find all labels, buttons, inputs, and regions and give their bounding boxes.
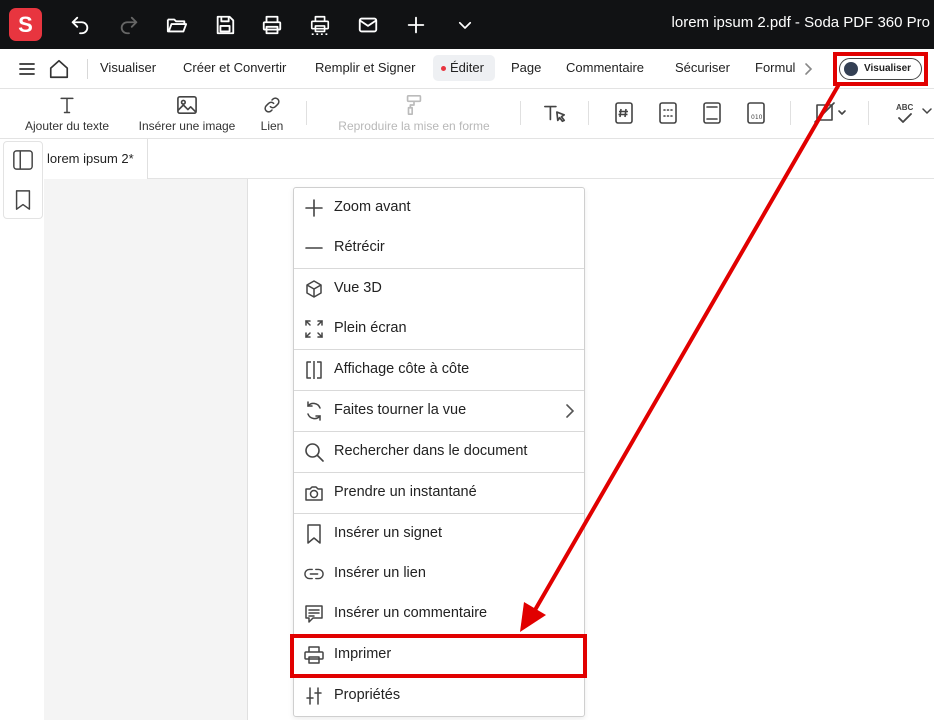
link-label: Lien — [260, 119, 284, 133]
side-by-side-icon — [304, 360, 324, 380]
menu-item-zoom-out[interactable]: Rétrécir — [294, 228, 584, 268]
document-tab-label: lorem ipsum 2* — [47, 151, 134, 166]
menu-editer-label: Éditer — [450, 60, 484, 75]
bookmark-icon — [304, 524, 324, 544]
toolbar-separator — [306, 101, 307, 125]
menu-bar: Visualiser Créer et Convertir Remplir et… — [0, 49, 934, 89]
format-painter-label: Reproduire la mise en forme — [338, 119, 490, 133]
menu-item-rotate-view[interactable]: Faites tourner la vue — [294, 391, 584, 431]
menu-item-3d-view[interactable]: Vue 3D — [294, 269, 584, 309]
menu-securiser[interactable]: Sécuriser — [675, 60, 730, 75]
menu-item-label: Vue 3D — [334, 280, 382, 296]
menu-remplir-signer[interactable]: Remplir et Signer — [315, 60, 415, 75]
text-icon — [20, 93, 114, 117]
menu-item-label: Faites tourner la vue — [334, 402, 467, 418]
menu-item-label: Propriétés — [334, 687, 401, 703]
menu-item-insert-link[interactable]: Insérer un lien — [294, 554, 584, 594]
active-dot — [441, 66, 446, 71]
minus-icon — [304, 238, 324, 258]
menu-item-zoom-in[interactable]: Zoom avant — [294, 188, 584, 228]
submenu-chevron-icon — [566, 404, 574, 418]
menu-editer[interactable]: Éditer — [433, 55, 495, 81]
menu-scroll-right-icon[interactable] — [803, 62, 813, 76]
panel-toggle-icon[interactable] — [9, 146, 37, 174]
window-title: lorem ipsum 2.pdf - Soda PDF 360 Pro — [671, 14, 930, 31]
menu-item-label: Plein écran — [334, 320, 407, 336]
search-icon — [304, 442, 324, 462]
spellcheck-label: ABC — [896, 103, 914, 112]
menu-item-label: Rétrécir — [334, 239, 385, 255]
menu-item-insert-comment[interactable]: Insérer un commentaire — [294, 594, 584, 634]
title-bar: S lorem ipsum 2.pdf - Soda PDF 360 Pro — [0, 0, 934, 49]
menu-item-label: Insérer un lien — [334, 565, 426, 581]
link-icon — [304, 564, 324, 584]
menu-item-properties[interactable]: Propriétés — [294, 676, 584, 716]
menu-item-label: Prendre un instantané — [334, 484, 477, 500]
menu-item-fullscreen[interactable]: Plein écran — [294, 309, 584, 349]
svg-text:010: 010 — [751, 114, 763, 121]
save-icon[interactable] — [212, 12, 238, 38]
rotate-icon — [304, 401, 324, 421]
menu-formulaire[interactable]: Formul — [755, 60, 795, 75]
comment-icon — [304, 604, 324, 624]
text-select-icon[interactable] — [542, 100, 568, 126]
menu-item-label: Zoom avant — [334, 199, 411, 215]
format-painter-icon — [328, 93, 500, 117]
image-icon — [132, 93, 242, 117]
link-icon — [256, 93, 288, 117]
open-folder-icon[interactable] — [164, 12, 190, 38]
menu-visualiser[interactable]: Visualiser — [100, 60, 156, 75]
spellcheck-icon[interactable]: ABC — [893, 101, 933, 127]
hamburger-menu-icon[interactable] — [18, 61, 36, 77]
fullscreen-icon — [304, 319, 324, 339]
highlight-box-print — [290, 634, 587, 678]
barcode-icon[interactable]: 010 — [743, 100, 769, 126]
app-logo[interactable]: S — [9, 8, 42, 41]
menu-item-insert-bookmark[interactable]: Insérer un signet — [294, 514, 584, 554]
menu-item-label: Affichage côte à côte — [334, 361, 470, 377]
toolbar-separator — [588, 101, 589, 125]
add-text-label: Ajouter du texte — [24, 119, 110, 133]
bookmarks-icon[interactable] — [9, 186, 37, 214]
header-footer-icon[interactable] — [655, 100, 681, 126]
toolbar-separator — [520, 101, 521, 125]
add-icon[interactable] — [403, 12, 429, 38]
menu-item-label: Rechercher dans le document — [334, 443, 528, 459]
redo-icon[interactable] — [116, 12, 142, 38]
menu-item-side-by-side[interactable]: Affichage côte à côte — [294, 350, 584, 390]
rail-button-group — [3, 141, 43, 219]
left-rail — [0, 139, 44, 720]
camera-icon — [304, 483, 324, 503]
plus-icon — [304, 198, 324, 218]
cube-icon — [304, 279, 324, 299]
link-tool[interactable]: Lien — [256, 93, 288, 133]
menu-item-label: Insérer un commentaire — [334, 605, 488, 621]
menu-page[interactable]: Page — [511, 60, 541, 75]
menu-item-label: Insérer un signet — [334, 525, 443, 541]
highlight-box-visualiser — [833, 52, 928, 86]
shape-icon[interactable] — [812, 100, 848, 126]
print-icon[interactable] — [259, 12, 285, 38]
edit-toolbar: Ajouter du texte Insérer une image Lien … — [0, 89, 934, 139]
toolbar-separator — [790, 101, 791, 125]
chevron-down-icon[interactable] — [452, 12, 478, 38]
menu-creer-convertir[interactable]: Créer et Convertir — [183, 60, 286, 75]
home-icon[interactable] — [48, 58, 70, 80]
format-painter-tool[interactable]: Reproduire la mise en forme — [328, 93, 500, 133]
add-text-tool[interactable]: Ajouter du texte — [20, 93, 114, 133]
undo-icon[interactable] — [67, 12, 93, 38]
menu-item-search[interactable]: Rechercher dans le document — [294, 432, 584, 472]
document-tab[interactable]: lorem ipsum 2* — [43, 139, 148, 179]
insert-image-tool[interactable]: Insérer une image — [132, 93, 242, 133]
mail-icon[interactable] — [355, 12, 381, 38]
properties-icon — [304, 686, 324, 706]
toolbar-separator — [868, 101, 869, 125]
bates-numbering-icon[interactable] — [611, 100, 637, 126]
batch-print-icon[interactable] — [307, 12, 333, 38]
menu-commentaire[interactable]: Commentaire — [566, 60, 644, 75]
menu-separator — [87, 59, 88, 79]
insert-image-label: Insérer une image — [138, 119, 236, 133]
page-layout-icon[interactable] — [699, 100, 725, 126]
menu-item-snapshot[interactable]: Prendre un instantané — [294, 473, 584, 513]
